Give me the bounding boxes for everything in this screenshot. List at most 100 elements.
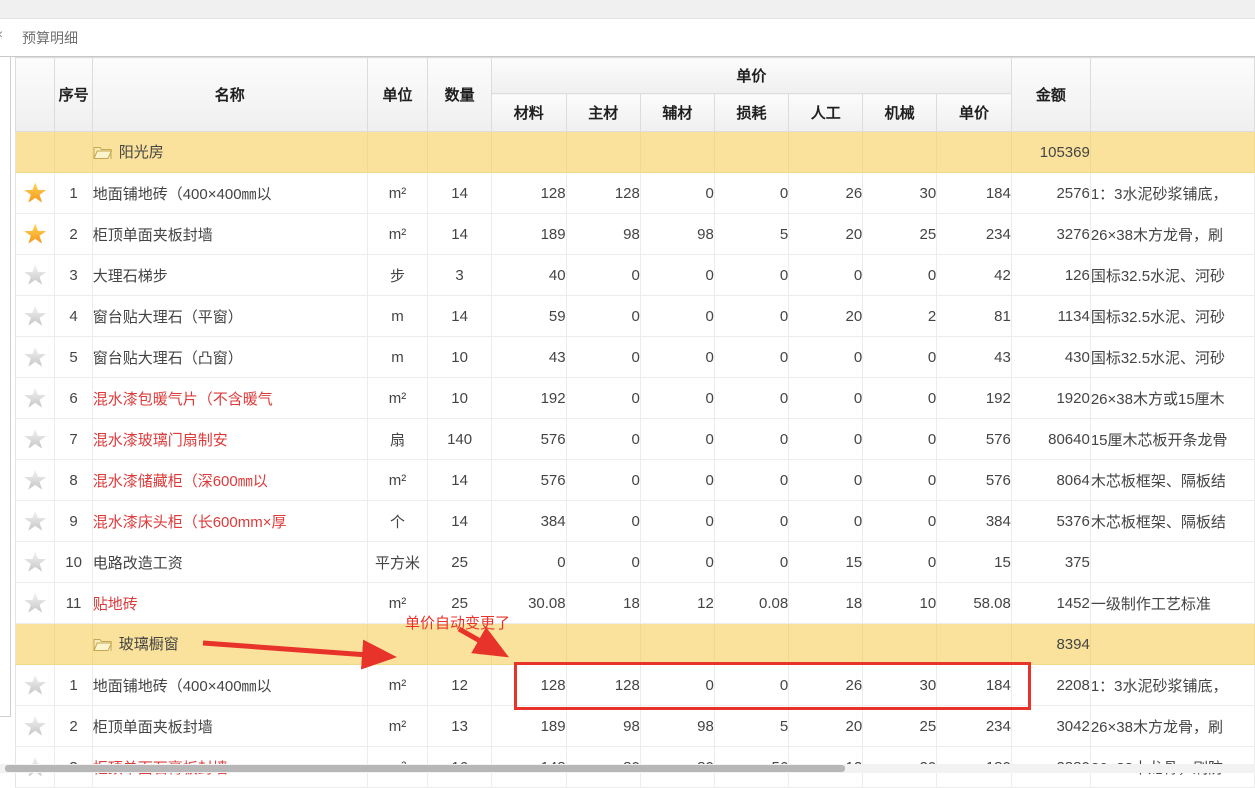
item-name[interactable]: 混水漆储藏柜（深600㎜以: [92, 460, 367, 501]
favorite-cell[interactable]: [16, 706, 55, 747]
horizontal-scrollbar-thumb[interactable]: [5, 765, 845, 772]
star-empty-icon[interactable]: [24, 510, 47, 532]
item-qty[interactable]: 10: [428, 337, 492, 378]
aux-material-column-header[interactable]: 辅材: [640, 94, 714, 132]
table-row[interactable]: 7混水漆玻璃门扇制安扇140576000005768064015厘木芯板开条龙骨: [16, 419, 1255, 460]
group-row[interactable]: 阳光房105369: [16, 132, 1255, 173]
amount-column-header[interactable]: 金额: [1011, 58, 1090, 132]
item-name[interactable]: 窗台贴大理石（凸窗）: [92, 337, 367, 378]
item-name[interactable]: 混水漆玻璃门扇制安: [92, 419, 367, 460]
star-filled-icon[interactable]: [24, 223, 47, 245]
item-qty[interactable]: 10: [428, 378, 492, 419]
row-serial[interactable]: 11: [55, 583, 92, 624]
table-row[interactable]: 3大理石梯步步3400000042126国标32.5水泥、河砂: [16, 255, 1255, 296]
star-empty-icon[interactable]: [24, 674, 47, 696]
favorite-cell[interactable]: [16, 296, 55, 337]
group-row[interactable]: 玻璃橱窗8394: [16, 624, 1255, 665]
table-row[interactable]: 9混水漆床头柜（长600mm×厚个14384000003845376木芯板框架、…: [16, 501, 1255, 542]
price-cell: 0: [491, 542, 566, 583]
item-name[interactable]: 窗台贴大理石（平窗）: [92, 296, 367, 337]
name-column-header[interactable]: 名称: [92, 58, 367, 132]
favorite-cell[interactable]: [16, 665, 55, 706]
star-empty-icon[interactable]: [24, 387, 47, 409]
item-qty[interactable]: 14: [428, 501, 492, 542]
row-serial[interactable]: 2: [55, 214, 92, 255]
favorite-cell[interactable]: [16, 337, 55, 378]
table-row[interactable]: 11贴地砖m²2530.0818120.08181058.081452一级制作工…: [16, 583, 1255, 624]
star-empty-icon[interactable]: [24, 428, 47, 450]
collapse-panel-icon[interactable]: ×: [0, 26, 3, 42]
horizontal-scrollbar-track[interactable]: [0, 764, 1255, 773]
star-empty-icon[interactable]: [24, 592, 47, 614]
row-serial[interactable]: 6: [55, 378, 92, 419]
folder-icon[interactable]: [93, 145, 112, 163]
tab-budget-detail[interactable]: 预算明细: [22, 28, 78, 48]
item-qty[interactable]: 14: [428, 296, 492, 337]
qty-column-header[interactable]: 数量: [428, 58, 492, 132]
star-empty-icon[interactable]: [24, 551, 47, 573]
row-serial[interactable]: 7: [55, 419, 92, 460]
group-name-cell[interactable]: 玻璃橱窗: [92, 624, 367, 665]
item-name[interactable]: 大理石梯步: [92, 255, 367, 296]
star-empty-icon[interactable]: [24, 469, 47, 491]
item-name[interactable]: 贴地砖: [92, 583, 367, 624]
row-serial[interactable]: 1: [55, 665, 92, 706]
table-row[interactable]: 10电路改造工资平方米25000015015375: [16, 542, 1255, 583]
item-qty[interactable]: 14: [428, 460, 492, 501]
star-empty-icon[interactable]: [24, 346, 47, 368]
row-serial[interactable]: 2: [55, 706, 92, 747]
group-name-cell[interactable]: 阳光房: [92, 132, 367, 173]
item-qty[interactable]: 14: [428, 214, 492, 255]
row-serial[interactable]: 9: [55, 501, 92, 542]
star-filled-icon[interactable]: [24, 182, 47, 204]
table-row[interactable]: 2柜顶单面夹板封墙m²13189989852025234304226×38木方龙…: [16, 706, 1255, 747]
table-row[interactable]: 5窗台贴大理石（凸窗）m10430000043430国标32.5水泥、河砂: [16, 337, 1255, 378]
unit-price-column-header[interactable]: 单价: [937, 94, 1012, 132]
item-qty[interactable]: 13: [428, 706, 492, 747]
item-qty[interactable]: 3: [428, 255, 492, 296]
favorite-cell[interactable]: [16, 419, 55, 460]
item-name[interactable]: 电路改造工资: [92, 542, 367, 583]
item-name[interactable]: 地面铺地砖（400×400㎜以: [92, 665, 367, 706]
row-serial[interactable]: 5: [55, 337, 92, 378]
loss-column-header[interactable]: 损耗: [714, 94, 788, 132]
favorite-cell[interactable]: [16, 255, 55, 296]
favorite-cell[interactable]: [16, 460, 55, 501]
table-row[interactable]: 8混水漆储藏柜（深600㎜以m²14576000005768064木芯板框架、隔…: [16, 460, 1255, 501]
favorite-cell[interactable]: [16, 501, 55, 542]
row-serial[interactable]: 1: [55, 173, 92, 214]
material-column-header[interactable]: 材料: [491, 94, 566, 132]
star-empty-icon[interactable]: [24, 264, 47, 286]
star-empty-icon[interactable]: [24, 715, 47, 737]
row-serial[interactable]: 4: [55, 296, 92, 337]
row-serial[interactable]: 10: [55, 542, 92, 583]
star-empty-icon[interactable]: [24, 305, 47, 327]
item-qty[interactable]: 14: [428, 173, 492, 214]
price-cell: 0: [566, 378, 640, 419]
favorite-cell[interactable]: [16, 542, 55, 583]
item-qty[interactable]: 25: [428, 542, 492, 583]
main-material-column-header[interactable]: 主材: [566, 94, 640, 132]
item-qty[interactable]: 12: [428, 665, 492, 706]
folder-icon[interactable]: [93, 637, 112, 655]
item-qty[interactable]: 140: [428, 419, 492, 460]
row-serial[interactable]: 3: [55, 255, 92, 296]
item-name[interactable]: 混水漆床头柜（长600mm×厚: [92, 501, 367, 542]
table-row[interactable]: 4窗台贴大理石（平窗）m1459000202811134国标32.5水泥、河砂: [16, 296, 1255, 337]
serial-column-header[interactable]: 序号: [55, 58, 92, 132]
row-serial[interactable]: 8: [55, 460, 92, 501]
item-name[interactable]: 柜顶单面夹板封墙: [92, 214, 367, 255]
table-row[interactable]: 6混水漆包暖气片（不含暖气m²1019200000192192026×38木方或…: [16, 378, 1255, 419]
item-name[interactable]: 混水漆包暖气片（不含暖气: [92, 378, 367, 419]
unit-column-header[interactable]: 单位: [367, 58, 427, 132]
item-name[interactable]: 柜顶单面夹板封墙: [92, 706, 367, 747]
favorite-cell[interactable]: [16, 583, 55, 624]
favorite-cell[interactable]: [16, 214, 55, 255]
favorite-cell[interactable]: [16, 378, 55, 419]
table-row[interactable]: 2柜顶单面夹板封墙m²14189989852025234327626×38木方龙…: [16, 214, 1255, 255]
table-row[interactable]: 1地面铺地砖（400×400㎜以m²1412812800263018425761…: [16, 173, 1255, 214]
item-name[interactable]: 地面铺地砖（400×400㎜以: [92, 173, 367, 214]
favorite-cell[interactable]: [16, 173, 55, 214]
labor-column-header[interactable]: 人工: [789, 94, 863, 132]
machine-column-header[interactable]: 机械: [863, 94, 937, 132]
